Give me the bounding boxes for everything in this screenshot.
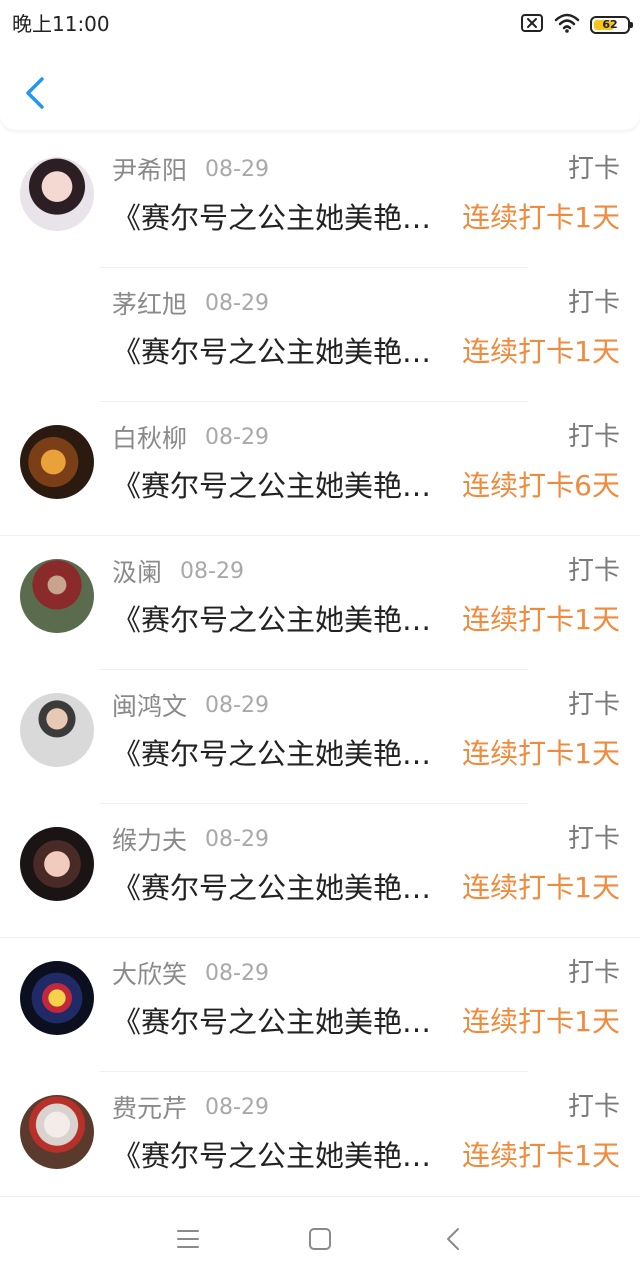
avatar[interactable] bbox=[20, 425, 94, 499]
checkin-label: 打卡 bbox=[567, 958, 620, 988]
streak-count: 连续打卡1天 bbox=[462, 737, 620, 770]
checkin-date: 08-29 bbox=[205, 1094, 269, 1120]
menu-button[interactable] bbox=[172, 1223, 204, 1255]
streak-count: 连续打卡1天 bbox=[462, 201, 620, 234]
user-name[interactable]: 白秋柳 bbox=[112, 419, 187, 455]
back-triangle-icon bbox=[447, 1228, 459, 1250]
avatar[interactable] bbox=[20, 157, 94, 231]
checkin-label: 打卡 bbox=[567, 288, 620, 318]
user-name[interactable]: 茅红旭 bbox=[112, 285, 187, 321]
checkin-date: 08-29 bbox=[205, 290, 269, 316]
book-title[interactable]: 《赛尔号之公主她美艳动人》 bbox=[112, 1002, 454, 1042]
back-button[interactable] bbox=[18, 75, 52, 111]
checkin-label: 打卡 bbox=[567, 422, 620, 452]
wifi-icon bbox=[554, 13, 580, 37]
streak-count: 连续打卡1天 bbox=[462, 871, 620, 904]
list-item[interactable]: 缑力夫 08-29 打卡 《赛尔号之公主她美艳动人》 连续打卡1天 bbox=[0, 804, 640, 938]
avatar[interactable] bbox=[20, 1095, 94, 1169]
streak-count: 连续打卡1天 bbox=[462, 1005, 620, 1038]
battery-level: 62 bbox=[602, 18, 618, 31]
sim-missing-icon bbox=[520, 13, 544, 37]
chevron-left-icon bbox=[26, 77, 44, 109]
checkin-date: 08-29 bbox=[205, 424, 269, 450]
streak-count: 连续打卡1天 bbox=[462, 603, 620, 636]
checkin-label: 打卡 bbox=[567, 824, 620, 854]
book-title[interactable]: 《赛尔号之公主她美艳动人》 bbox=[112, 600, 454, 640]
book-title[interactable]: 《赛尔号之公主她美艳动人》 bbox=[112, 332, 454, 372]
book-title[interactable]: 《赛尔号之公主她美艳动人》 bbox=[112, 734, 454, 774]
list-item[interactable]: 汲阑 08-29 打卡 《赛尔号之公主她美艳动人》 连续打卡1天 bbox=[0, 536, 640, 670]
list-item[interactable]: 茅红旭 08-29 打卡 《赛尔号之公主她美艳动人》 连续打卡1天 bbox=[0, 268, 640, 402]
checkin-label: 打卡 bbox=[567, 154, 620, 184]
menu-icon bbox=[177, 1230, 199, 1248]
checkin-date: 08-29 bbox=[205, 692, 269, 718]
user-name[interactable]: 尹希阳 bbox=[112, 151, 187, 187]
streak-count: 连续打卡1天 bbox=[462, 1139, 620, 1172]
user-name[interactable]: 费元芹 bbox=[112, 1089, 187, 1125]
checkin-date: 08-29 bbox=[180, 558, 244, 584]
book-title[interactable]: 《赛尔号之公主她美艳动人》 bbox=[112, 868, 454, 908]
avatar[interactable] bbox=[20, 693, 94, 767]
streak-count: 连续打卡1天 bbox=[462, 335, 620, 368]
status-bar: 晚上11:00 62 bbox=[0, 0, 640, 50]
avatar[interactable] bbox=[20, 961, 94, 1035]
book-title[interactable]: 《赛尔号之公主她美艳动人》 bbox=[112, 198, 454, 238]
checkin-label: 打卡 bbox=[567, 1092, 620, 1122]
user-name[interactable]: 汲阑 bbox=[112, 553, 162, 589]
system-navigation-bar bbox=[0, 1196, 640, 1280]
list-item[interactable]: 费元芹 08-29 打卡 《赛尔号之公主她美艳动人》 连续打卡1天 bbox=[0, 1072, 640, 1206]
battery-icon: 62 bbox=[590, 16, 633, 34]
book-title[interactable]: 《赛尔号之公主她美艳动人》 bbox=[112, 466, 454, 506]
user-name[interactable]: 闽鸿文 bbox=[112, 687, 187, 723]
checkin-date: 08-29 bbox=[205, 960, 269, 986]
avatar[interactable] bbox=[20, 827, 94, 901]
checkin-date: 08-29 bbox=[205, 826, 269, 852]
checkin-list: 尹希阳 08-29 打卡 《赛尔号之公主她美艳动人》 连续打卡1天 茅红旭 08… bbox=[0, 134, 640, 1206]
status-time: 晚上11:00 bbox=[12, 12, 110, 36]
header-bar bbox=[0, 50, 640, 130]
home-button[interactable] bbox=[304, 1223, 336, 1255]
status-icons: 62 bbox=[520, 12, 633, 38]
streak-count: 连续打卡6天 bbox=[462, 469, 620, 502]
back-nav-button[interactable] bbox=[438, 1223, 470, 1255]
checkin-label: 打卡 bbox=[567, 690, 620, 720]
list-item[interactable]: 尹希阳 08-29 打卡 《赛尔号之公主她美艳动人》 连续打卡1天 bbox=[0, 134, 640, 268]
user-name[interactable]: 大欣笑 bbox=[112, 955, 187, 991]
list-item[interactable]: 大欣笑 08-29 打卡 《赛尔号之公主她美艳动人》 连续打卡1天 bbox=[0, 938, 640, 1072]
checkin-date: 08-29 bbox=[205, 156, 269, 182]
list-item[interactable]: 白秋柳 08-29 打卡 《赛尔号之公主她美艳动人》 连续打卡6天 bbox=[0, 402, 640, 536]
checkin-label: 打卡 bbox=[567, 556, 620, 586]
list-item[interactable]: 闽鸿文 08-29 打卡 《赛尔号之公主她美艳动人》 连续打卡1天 bbox=[0, 670, 640, 804]
book-title[interactable]: 《赛尔号之公主她美艳动人》 bbox=[112, 1136, 454, 1176]
home-square-icon bbox=[309, 1228, 331, 1250]
user-name[interactable]: 缑力夫 bbox=[112, 821, 187, 857]
avatar[interactable] bbox=[20, 559, 94, 633]
